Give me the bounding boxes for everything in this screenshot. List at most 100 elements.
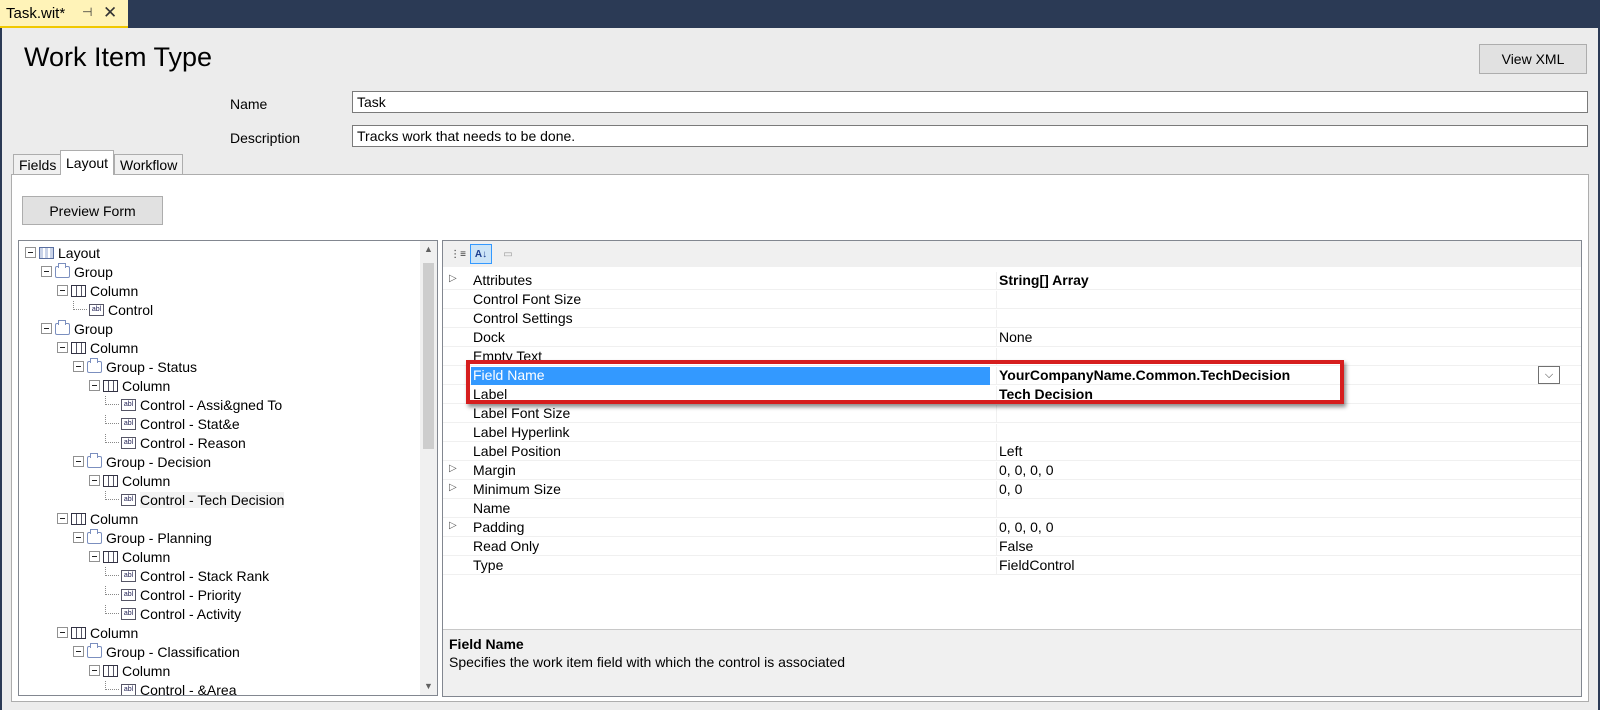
layout-tree[interactable]: Layout Group Column abl Control Group Column Gr…: [18, 240, 438, 696]
property-row[interactable]: ▷ Attributes String[] Array: [443, 271, 1581, 290]
collapse-toggle-icon[interactable]: [57, 285, 68, 296]
name-input[interactable]: Task: [352, 91, 1588, 113]
tree-node[interactable]: Column: [57, 509, 138, 528]
property-row[interactable]: Name: [443, 499, 1581, 518]
property-name: Control Font Size: [473, 291, 582, 307]
property-value[interactable]: FieldControl: [996, 557, 1556, 575]
control-node-icon: abl: [121, 417, 136, 430]
property-pages-icon[interactable]: ▭: [497, 244, 519, 264]
property-row[interactable]: Dock None: [443, 328, 1581, 347]
property-row[interactable]: Empty Text: [443, 347, 1581, 366]
tree-node[interactable]: Column: [57, 338, 138, 357]
property-value[interactable]: None: [996, 329, 1556, 347]
property-value[interactable]: False: [996, 538, 1556, 556]
collapse-toggle-icon[interactable]: [73, 646, 84, 657]
scroll-down-arrow-icon[interactable]: ▼: [420, 678, 437, 695]
property-value[interactable]: [996, 424, 1556, 442]
property-row[interactable]: ▷ Minimum Size 0, 0: [443, 480, 1581, 499]
property-row[interactable]: Control Font Size: [443, 290, 1581, 309]
collapse-toggle-icon[interactable]: [57, 342, 68, 353]
tree-node[interactable]: abl Control - Priority: [105, 585, 241, 604]
tree-node[interactable]: abl Control - Reason: [105, 433, 246, 452]
tree-node[interactable]: Column: [89, 547, 170, 566]
collapse-toggle-icon[interactable]: [25, 247, 36, 258]
property-row[interactable]: Type FieldControl: [443, 556, 1581, 575]
property-value[interactable]: [996, 405, 1556, 423]
tree-node[interactable]: Column: [89, 376, 170, 395]
collapse-toggle-icon[interactable]: [57, 513, 68, 524]
property-value[interactable]: [996, 500, 1556, 518]
tree-node[interactable]: Column: [89, 471, 170, 490]
property-value[interactable]: 0, 0, 0, 0: [996, 519, 1556, 537]
property-row[interactable]: ▷ Padding 0, 0, 0, 0: [443, 518, 1581, 537]
close-icon[interactable]: ✕: [103, 3, 119, 23]
tree-node[interactable]: Group: [41, 262, 113, 281]
property-value[interactable]: [996, 348, 1556, 366]
property-value[interactable]: Tech Decision: [996, 386, 1556, 404]
expand-arrow-icon[interactable]: ▷: [449, 482, 459, 493]
collapse-toggle-icon[interactable]: [41, 323, 52, 334]
tree-node[interactable]: Group: [41, 319, 113, 338]
tree-scrollbar[interactable]: ▲ ▼: [420, 241, 437, 695]
property-value[interactable]: [996, 291, 1556, 309]
collapse-toggle-icon[interactable]: [89, 475, 100, 486]
collapse-toggle-icon[interactable]: [73, 456, 84, 467]
collapse-toggle-icon[interactable]: [89, 380, 100, 391]
alphabetical-sort-icon[interactable]: A↓: [470, 244, 492, 264]
view-xml-button[interactable]: View XML: [1479, 44, 1587, 74]
tree-node[interactable]: abl Control - Activity: [105, 604, 241, 623]
property-row[interactable]: Label Hyperlink: [443, 423, 1581, 442]
property-row[interactable]: Control Settings: [443, 309, 1581, 328]
tree-node[interactable]: Group - Status: [73, 357, 197, 376]
tree-node[interactable]: Group - Decision: [73, 452, 211, 471]
tree-node[interactable]: Column: [89, 661, 170, 680]
tree-node-label: Control: [108, 301, 154, 318]
tree-node[interactable]: abl Control - &Area: [105, 680, 236, 695]
tree-node[interactable]: Column: [57, 281, 138, 300]
tree-node[interactable]: Column: [57, 623, 138, 642]
tab-fields[interactable]: Fields: [13, 154, 63, 174]
description-label: Description: [230, 130, 301, 146]
property-row[interactable]: ▷ Margin 0, 0, 0, 0: [443, 461, 1581, 480]
tree-node[interactable]: abl Control - Stat&e: [105, 414, 240, 433]
tab-layout[interactable]: Layout: [60, 150, 115, 175]
property-value[interactable]: Left: [996, 443, 1556, 461]
collapse-toggle-icon[interactable]: [41, 266, 52, 277]
collapse-toggle-icon[interactable]: [73, 361, 84, 372]
tree-node[interactable]: abl Control - Tech Decision: [105, 490, 285, 509]
property-value[interactable]: [996, 310, 1556, 328]
property-value[interactable]: String[] Array: [996, 272, 1556, 290]
tree-node[interactable]: abl Control: [73, 300, 153, 319]
collapse-toggle-icon[interactable]: [57, 627, 68, 638]
expand-arrow-icon[interactable]: ▷: [449, 520, 459, 531]
property-value[interactable]: 0, 0, 0, 0: [996, 462, 1556, 480]
tree-node[interactable]: Group - Planning: [73, 528, 212, 547]
description-input[interactable]: Tracks work that needs to be done.: [352, 125, 1588, 147]
property-value[interactable]: YourCompanyName.Common.TechDecision: [996, 367, 1556, 385]
tree-node[interactable]: Group - Classification: [73, 642, 240, 661]
tree-node-label: Control - Reason: [140, 434, 246, 451]
tree-node[interactable]: abl Control - Stack Rank: [105, 566, 269, 585]
scroll-thumb[interactable]: [423, 263, 434, 449]
collapse-toggle-icon[interactable]: [89, 551, 100, 562]
scroll-up-arrow-icon[interactable]: ▲: [420, 241, 437, 258]
pin-icon[interactable]: ⊣: [82, 5, 96, 21]
property-row[interactable]: Label Position Left: [443, 442, 1581, 461]
tree-node-label: Column: [90, 339, 139, 356]
document-tab[interactable]: Task.wit* ⊣ ✕: [0, 0, 128, 28]
expand-arrow-icon[interactable]: ▷: [449, 273, 459, 284]
property-row[interactable]: Label Tech Decision: [443, 385, 1581, 404]
property-row[interactable]: Label Font Size: [443, 404, 1581, 423]
tab-workflow[interactable]: Workflow: [114, 154, 184, 174]
collapse-toggle-icon[interactable]: [73, 532, 84, 543]
property-row[interactable]: Field Name YourCompanyName.Common.TechDec…: [443, 366, 1581, 385]
collapse-toggle-icon[interactable]: [89, 665, 100, 676]
tree-node[interactable]: Layout: [25, 243, 100, 262]
chevron-down-icon[interactable]: ⌵: [1538, 366, 1560, 384]
preview-form-button[interactable]: Preview Form: [22, 196, 163, 225]
categorized-icon[interactable]: ⋮≡: [447, 244, 469, 264]
property-value[interactable]: 0, 0: [996, 481, 1556, 499]
expand-arrow-icon[interactable]: ▷: [449, 463, 459, 474]
property-row[interactable]: Read Only False: [443, 537, 1581, 556]
tree-node[interactable]: abl Control - Assi&gned To: [105, 395, 282, 414]
